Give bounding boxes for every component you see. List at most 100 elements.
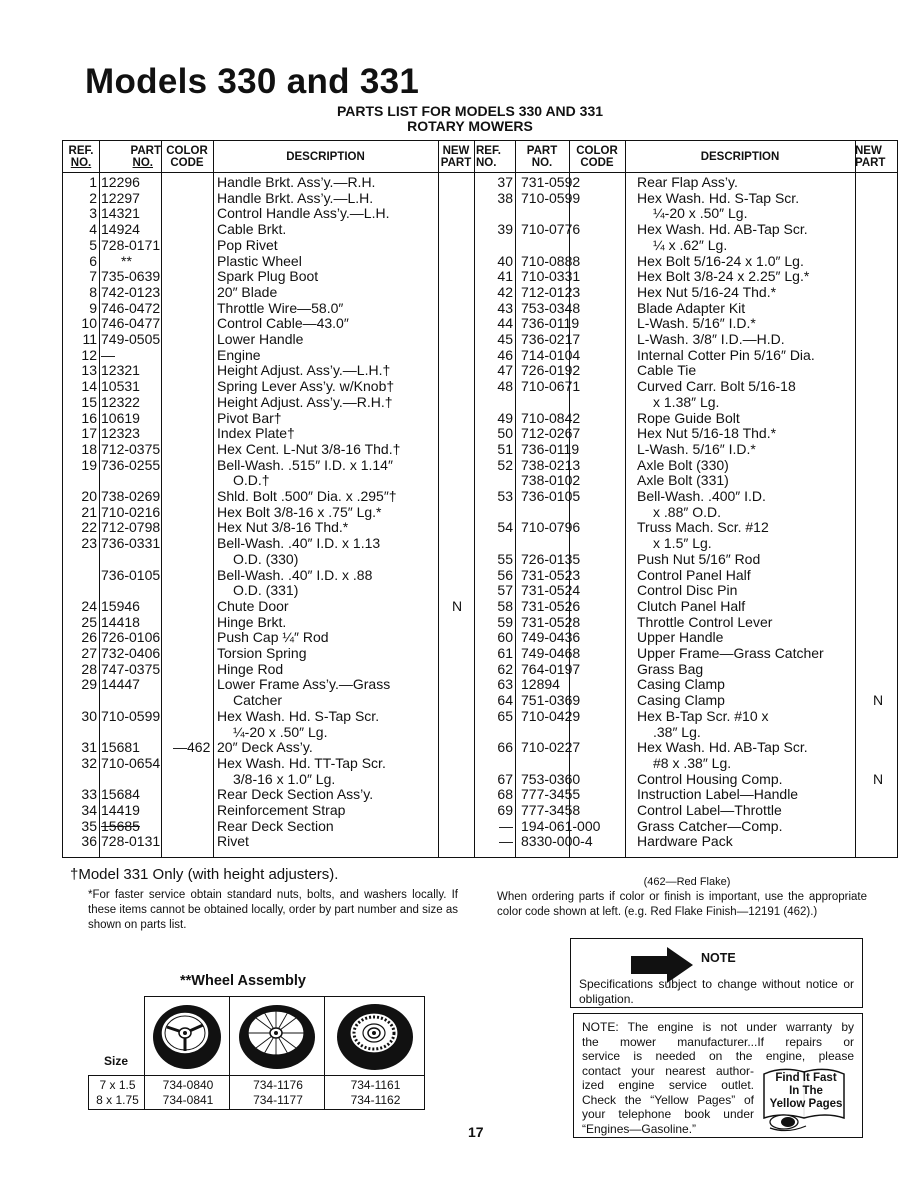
footnote-standard-hardware: *For faster service obtain standard nuts… — [88, 889, 458, 931]
header-divider — [63, 172, 897, 173]
table-row: 57 731-0524 Control Disc Pin — [63, 582, 897, 599]
ref-no: — — [499, 833, 513, 850]
table-row: 50 712-0267 Hex Nut 5/16-18 Thd.* — [63, 425, 897, 442]
description: L-Wash. 5/16″ I.D.* — [637, 440, 756, 457]
table-row: 52 738-0213 Axle Bolt (330) — [63, 456, 897, 474]
header-text: NEW — [855, 145, 882, 157]
engine-note-line: NOTE: The engine is not under warranty b… — [582, 1020, 854, 1034]
table-row: 68 777-3455 Instruction Label—Handle — [63, 787, 897, 803]
part-no: 777-3455 — [521, 786, 581, 803]
ref-no: 53 — [497, 488, 513, 504]
part-no: 749-0436 — [521, 629, 581, 646]
description: x 1.38″ Lg. — [653, 393, 720, 410]
new-part-flag: N — [872, 692, 884, 709]
table-row: 47 726-0192 Cable Tie — [63, 363, 897, 379]
description: Truss Mach. Scr. #12 — [637, 519, 769, 536]
description: Hex Nut 5/16-18 Thd.* — [637, 425, 777, 442]
note-box: NOTE Specifications subject to change wi… — [570, 938, 863, 1008]
description: Instruction Label—Handle — [637, 786, 799, 803]
table-row: 61 749-0468 Upper Frame—Grass Catcher — [63, 645, 897, 662]
header-text: COLOR — [576, 145, 618, 157]
table-row: 38 710-0599 Hex Wash. Hd. S-Tap Scr. — [63, 190, 897, 207]
ref-no: 62 — [497, 660, 513, 677]
description: Clutch Panel Half — [637, 597, 746, 614]
engine-note-line: service is needed on the engine, please — [582, 1049, 854, 1063]
parts-list-subheading: ROTARY MOWERS — [407, 118, 533, 134]
description: L-Wash. 3/8″ I.D.—H.D. — [637, 331, 785, 347]
table-row: 67 753-0360 Control Housing Comp. N — [63, 770, 897, 788]
description: Casing Clamp — [637, 692, 725, 709]
size-label: Size — [103, 1054, 128, 1068]
part-no: 736-0105 — [521, 488, 581, 504]
header-description-right: DESCRIPTION — [700, 151, 780, 163]
table-row: 69 777-3458 Control Label—Throttle — [63, 802, 897, 819]
table-row: 65 710-0429 Hex B-Tap Scr. #10 x — [63, 707, 897, 725]
new-part-flag: N — [872, 770, 884, 787]
description: Hex Wash. Hd. AB-Tap Scr. — [637, 739, 808, 756]
table-row: 41 710-0331 Hex Bolt 3/8-24 x 2.25″ Lg.* — [63, 268, 897, 285]
ref-no: 45 — [497, 331, 513, 347]
description: Control Label—Throttle — [637, 802, 782, 818]
note-text: Specifications subject to change without… — [579, 977, 854, 1006]
ref-no: 65 — [497, 707, 513, 724]
ref-no: — — [499, 817, 513, 834]
table-row: 48 710-0671 Curved Carr. Bolt 5/16-18 — [63, 378, 897, 395]
table-row: 44 736-0119 L-Wash. 5/16″ I.D.* — [63, 316, 897, 332]
table-row: 64 751-0369 Casing Clamp N — [63, 692, 897, 709]
header-new-part: NEW PART — [438, 145, 474, 169]
header-description: DESCRIPTION — [286, 151, 365, 163]
engine-note-line: “Engines—Gasoline.” — [582, 1121, 697, 1136]
ref-no: 49 — [497, 409, 513, 426]
header-text: PART — [526, 145, 558, 157]
description: Rope Guide Bolt — [637, 409, 740, 426]
footnote-model-331: †Model 331 Only (with height adjusters). — [70, 866, 339, 883]
description: Throttle Control Lever — [637, 613, 773, 630]
table-row: 46 714-0104 Internal Cotter Pin 5/16″ Dia. — [63, 346, 897, 364]
ref-no: 39 — [497, 221, 513, 238]
part-no: 753-0360 — [521, 770, 581, 787]
wheel-part-number: 734-1161 — [350, 1078, 401, 1092]
part-no: 726-0192 — [521, 362, 581, 379]
description: Push Nut 5/16″ Rod — [637, 550, 761, 567]
wheel-part-number: 734-1177 — [253, 1093, 303, 1107]
table-row: 59 731-0528 Throttle Control Lever — [63, 613, 897, 631]
ref-no: 52 — [497, 456, 513, 473]
engine-note-line: Check the “Yellow Pages” of — [582, 1092, 754, 1107]
table-row: x 1.38″ Lg. — [63, 393, 897, 411]
note-title: NOTE — [701, 951, 736, 965]
ref-no: 56 — [497, 566, 513, 583]
table-row: 40 710-0888 Hex Bolt 5/16-24 x 1.0″ Lg. — [63, 252, 897, 270]
table-row: #8 x .38″ Lg. — [63, 755, 897, 772]
header-part-no: PART NO. — [99, 145, 161, 169]
ref-no: 54 — [497, 519, 513, 536]
table-row: 55 726-0135 Push Nut 5/16″ Rod — [63, 550, 897, 568]
header-text: PART — [440, 157, 472, 169]
ref-no: 66 — [497, 739, 513, 756]
engine-note-line: contact your nearest author- — [582, 1063, 754, 1078]
description: Hex Bolt 5/16-24 x 1.0″ Lg. — [637, 252, 804, 269]
description: Control Panel Half — [637, 566, 751, 583]
part-no: 736-0217 — [521, 331, 581, 347]
table-row: .38″ Lg. — [63, 724, 897, 741]
wheel-part-number: 734-1162 — [350, 1093, 401, 1107]
part-no: 731-0592 — [521, 174, 581, 190]
description: Internal Cotter Pin 5/16″ Dia. — [637, 346, 815, 363]
part-no: 710-0796 — [521, 519, 581, 536]
part-no: 736-0119 — [521, 315, 580, 332]
wheel-assembly-table: Size 7 x 1.5 8 x 1.75 734-0840 734-0841 … — [88, 996, 425, 1110]
header-text: CODE — [580, 157, 614, 169]
description: Control Disc Pin — [637, 582, 738, 599]
description: x 1.5″ Lg. — [653, 535, 712, 552]
ref-no: 58 — [497, 597, 513, 614]
part-no: 194-061-000 — [521, 817, 601, 834]
description: Upper Frame—Grass Catcher — [637, 645, 824, 661]
page-title: Models 330 and 331 — [85, 62, 420, 101]
ref-no: 67 — [497, 770, 513, 787]
header-part-no-right: PART NO. — [515, 145, 569, 169]
part-no: 710-0331 — [521, 268, 581, 285]
header-text: NEW — [442, 145, 470, 157]
description: ¼-20 x .50″ Lg. — [653, 205, 748, 222]
table-row: 51 736-0119 L-Wash. 5/16″ I.D.* — [63, 440, 897, 458]
ref-no: 61 — [497, 645, 513, 661]
description: Hex Wash. Hd. AB-Tap Scr. — [637, 221, 808, 238]
